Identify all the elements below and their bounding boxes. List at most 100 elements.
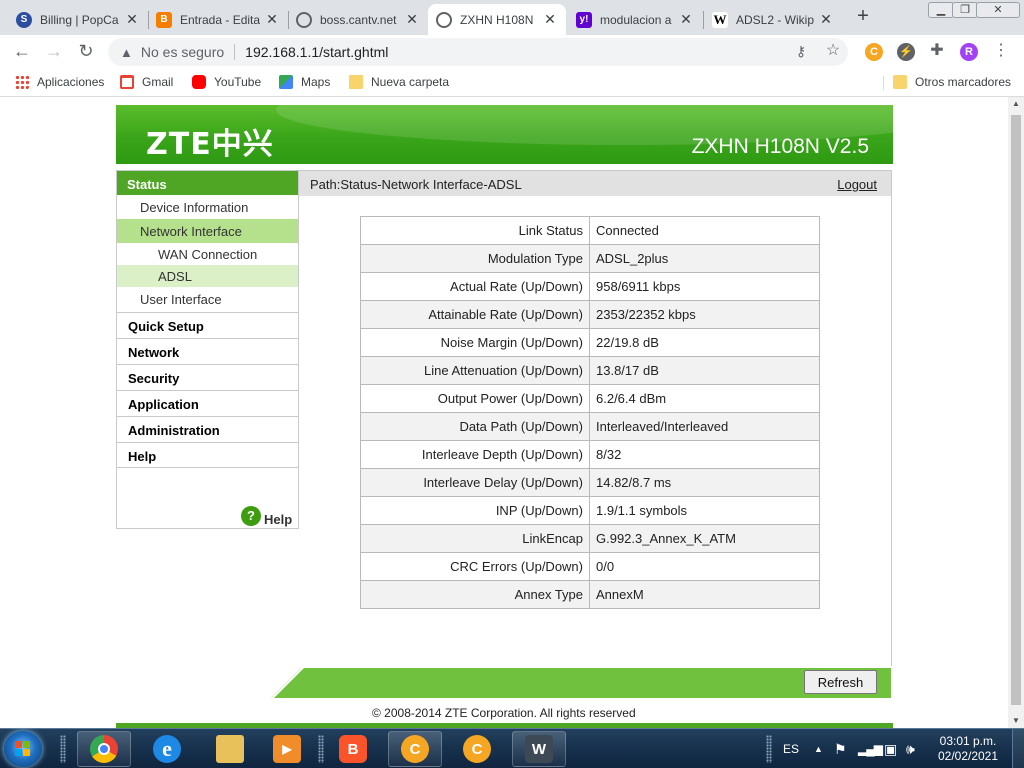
logout-link[interactable]: Logout — [837, 177, 877, 192]
bookmark-label: Gmail — [142, 75, 174, 89]
close-icon[interactable]: ✕ — [678, 11, 694, 28]
show-desktop-button[interactable] — [1012, 729, 1024, 768]
maximize-button[interactable]: ❐ — [952, 2, 978, 18]
menu-device-information[interactable]: Device Information — [117, 195, 298, 219]
menu-help[interactable]: Help — [117, 442, 298, 468]
status-value: 22/19.8 dB — [589, 328, 820, 357]
menu-administration[interactable]: Administration — [117, 416, 298, 442]
globe-icon — [436, 11, 452, 28]
table-row: CRC Errors (Up/Down) 0/0 — [360, 552, 820, 581]
bookmark-maps[interactable]: Maps — [279, 75, 330, 89]
minimize-button[interactable]: ▁ — [928, 2, 954, 18]
page-viewport: ZTE中兴 ZXHN H108N V2.5 Status Device Info… — [0, 97, 1008, 728]
window-close-button[interactable]: ✕ — [976, 2, 1020, 18]
taskbar-chrome[interactable] — [77, 731, 131, 767]
menu-status[interactable]: Status — [117, 171, 298, 195]
menu-security[interactable]: Security — [117, 364, 298, 390]
table-row: Actual Rate (Up/Down) 958/6911 kbps — [360, 272, 820, 301]
warning-icon[interactable]: ▲ — [120, 45, 133, 60]
menu-user-interface[interactable]: User Interface — [117, 287, 298, 311]
menu-network-interface[interactable]: Network Interface — [117, 219, 298, 243]
security-label[interactable]: No es seguro — [141, 44, 224, 60]
status-label: Link Status — [360, 216, 590, 245]
tab-modulacion[interactable]: y! modulacion a ✕ — [568, 4, 702, 35]
key-icon[interactable]: ⚷ — [792, 42, 810, 60]
scroll-thumb[interactable] — [1011, 115, 1021, 705]
help-link[interactable]: ? Help — [241, 505, 292, 527]
bookmark-gmail[interactable]: Gmail — [120, 75, 173, 89]
taskbar-media-player[interactable]: ▶ — [260, 731, 314, 767]
ccleaner-extension-icon[interactable]: C — [865, 43, 883, 61]
close-icon[interactable]: ✕ — [542, 11, 558, 28]
zte-logo: ZTE中兴 — [146, 127, 274, 162]
globe-icon — [296, 11, 312, 28]
ccleaner-icon: C — [463, 735, 491, 763]
tab-adsl2-wiki[interactable]: W ADSL2 - Wikip ✕ — [704, 4, 842, 35]
status-value: 1.9/1.1 symbols — [589, 496, 820, 525]
menu-application[interactable]: Application — [117, 390, 298, 416]
menu-adsl[interactable]: ADSL — [117, 265, 298, 287]
tab-entrada[interactable]: B Entrada - Edita ✕ — [148, 4, 288, 35]
extensions-puzzle-icon[interactable]: ✚ — [928, 42, 946, 60]
status-label: Data Path (Up/Down) — [360, 412, 590, 441]
taskbar-ccleaner-2[interactable]: C — [450, 731, 504, 767]
menu-network[interactable]: Network — [117, 338, 298, 364]
new-tab-button[interactable]: + — [852, 6, 874, 28]
ccleaner-icon: C — [401, 735, 429, 763]
volume-icon[interactable]: 🕪 — [906, 729, 915, 768]
taskbar-ccleaner-1[interactable]: C — [388, 731, 442, 767]
taskbar-brave[interactable]: B — [326, 731, 380, 767]
taskbar-ie[interactable]: e — [140, 731, 194, 767]
back-button[interactable]: ← — [12, 42, 32, 62]
page-scrollbar[interactable]: ▲ ▼ — [1008, 97, 1024, 728]
menu-kebab-icon[interactable]: ⋮ — [992, 42, 1010, 60]
signal-icon[interactable]: ▂▄▆ — [858, 729, 883, 768]
flag-icon[interactable]: ⚑ — [834, 729, 847, 768]
browser-tab-strip: S Billing | PopCa ✕ B Entrada - Edita ✕ … — [0, 0, 1024, 35]
language-indicator[interactable]: ES — [783, 729, 799, 768]
bookmark-nueva-carpeta[interactable]: Nueva carpeta — [349, 75, 449, 89]
tab-boss-cantv[interactable]: boss.cantv.net ✕ — [288, 4, 428, 35]
bolt-extension-icon[interactable]: ⚡ — [897, 43, 915, 61]
bookmark-apps[interactable]: Aplicaciones — [15, 75, 104, 89]
taskbar-grip — [766, 735, 772, 763]
table-row: Noise Margin (Up/Down) 22/19.8 dB — [360, 328, 820, 357]
menu-wan-connection[interactable]: WAN Connection — [117, 243, 298, 265]
blogger-icon: B — [156, 11, 172, 28]
reload-button[interactable]: ↻ — [76, 42, 96, 62]
status-label: Output Power (Up/Down) — [360, 384, 590, 413]
taskbar-grip — [318, 735, 324, 763]
start-button[interactable] — [4, 731, 42, 767]
forward-button[interactable]: → — [44, 42, 64, 62]
yahoo-icon: y! — [576, 11, 592, 28]
status-value: 2353/22352 kbps — [589, 300, 820, 329]
network-icon[interactable]: ▣ — [884, 729, 897, 768]
status-value: 6.2/6.4 dBm — [589, 384, 820, 413]
scroll-down-arrow[interactable]: ▼ — [1008, 714, 1024, 728]
close-icon[interactable]: ✕ — [818, 11, 834, 28]
maps-icon — [279, 75, 293, 89]
windows-logo-icon — [15, 741, 31, 757]
taskbar-explorer[interactable] — [203, 731, 257, 767]
url-text[interactable]: 192.168.1.1/start.ghtml — [245, 44, 388, 60]
status-value: Interleaved/Interleaved — [589, 412, 820, 441]
profile-avatar[interactable]: R — [960, 43, 978, 61]
bookmark-youtube[interactable]: YouTube — [192, 75, 261, 89]
taskbar-clock[interactable]: 03:01 p.m. 02/02/2021 — [936, 734, 1000, 764]
scroll-up-arrow[interactable]: ▲ — [1008, 97, 1024, 111]
router-menu: Status Device Information Network Interf… — [116, 170, 299, 529]
tray-expand-icon[interactable]: ▲ — [814, 729, 823, 768]
address-bar[interactable]: ▲ No es seguro 192.168.1.1/start.ghtml — [108, 38, 848, 66]
close-icon[interactable]: ✕ — [404, 11, 420, 28]
tab-billing[interactable]: S Billing | PopCa ✕ — [8, 4, 148, 35]
tab-zxhn-active[interactable]: ZXHN H108N ✕ — [428, 4, 566, 35]
bookmark-other[interactable]: Otros marcadores — [893, 75, 1011, 89]
table-row: Interleave Delay (Up/Down) 14.82/8.7 ms — [360, 468, 820, 497]
table-row: LinkEncap G.992.3_Annex_K_ATM — [360, 524, 820, 553]
refresh-button[interactable]: Refresh — [804, 670, 877, 694]
menu-quick-setup[interactable]: Quick Setup — [117, 312, 298, 338]
close-icon[interactable]: ✕ — [124, 11, 140, 28]
taskbar-wunderlist[interactable]: W — [512, 731, 566, 767]
close-icon[interactable]: ✕ — [264, 11, 280, 28]
bookmark-star-icon[interactable]: ☆ — [824, 42, 842, 60]
